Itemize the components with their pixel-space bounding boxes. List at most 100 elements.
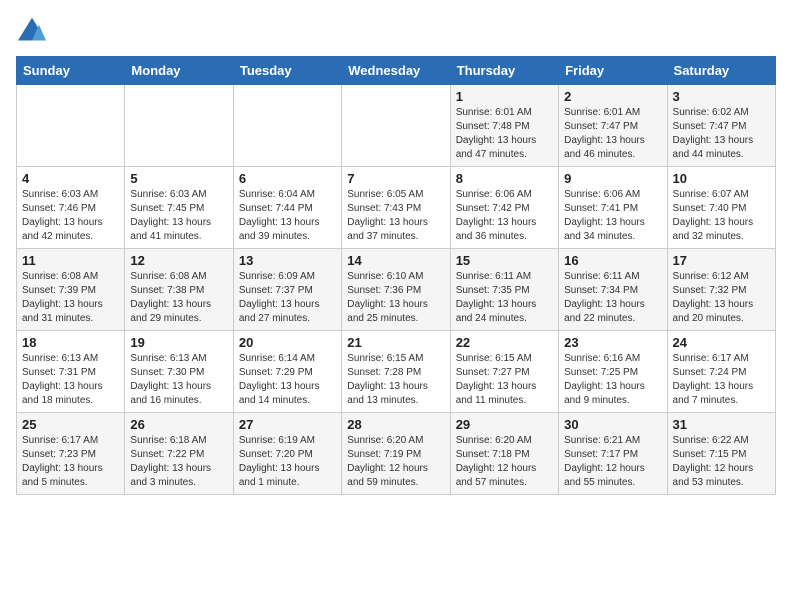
day-info: Sunrise: 6:07 AM Sunset: 7:40 PM Dayligh… bbox=[673, 188, 770, 244]
day-number: 22 bbox=[456, 335, 553, 350]
calendar-cell: 29 Sunrise: 6:20 AM Sunset: 7:18 PM Dayli… bbox=[450, 413, 558, 495]
day-info: Sunrise: 6:01 AM Sunset: 7:48 PM Dayligh… bbox=[456, 106, 553, 162]
calendar-cell: 30 Sunrise: 6:21 AM Sunset: 7:17 PM Dayli… bbox=[559, 413, 667, 495]
calendar-cell bbox=[342, 85, 450, 167]
day-number: 5 bbox=[130, 171, 227, 186]
day-info: Sunrise: 6:04 AM Sunset: 7:44 PM Dayligh… bbox=[239, 188, 336, 244]
day-number: 10 bbox=[673, 171, 770, 186]
day-info: Sunrise: 6:05 AM Sunset: 7:43 PM Dayligh… bbox=[347, 188, 444, 244]
calendar-cell: 28 Sunrise: 6:20 AM Sunset: 7:19 PM Dayli… bbox=[342, 413, 450, 495]
day-info: Sunrise: 6:20 AM Sunset: 7:18 PM Dayligh… bbox=[456, 434, 553, 490]
calendar-week-row: 1 Sunrise: 6:01 AM Sunset: 7:48 PM Daylig… bbox=[17, 85, 776, 167]
day-number: 24 bbox=[673, 335, 770, 350]
calendar-week-row: 25 Sunrise: 6:17 AM Sunset: 7:23 PM Dayli… bbox=[17, 413, 776, 495]
calendar-cell: 11Sunrise: 6:08 AM Sunset: 7:39 PM Dayli… bbox=[17, 249, 125, 331]
calendar-cell: 18Sunrise: 6:13 AM Sunset: 7:31 PM Dayli… bbox=[17, 331, 125, 413]
day-number: 11 bbox=[22, 253, 119, 268]
day-number: 23 bbox=[564, 335, 661, 350]
calendar-cell: 16 Sunrise: 6:11 AM Sunset: 7:34 PM Dayli… bbox=[559, 249, 667, 331]
calendar-cell: 19 Sunrise: 6:13 AM Sunset: 7:30 PM Dayli… bbox=[125, 331, 233, 413]
calendar-cell: 23 Sunrise: 6:16 AM Sunset: 7:25 PM Dayli… bbox=[559, 331, 667, 413]
day-info: Sunrise: 6:11 AM Sunset: 7:35 PM Dayligh… bbox=[456, 270, 553, 326]
calendar-cell: 31Sunrise: 6:22 AM Sunset: 7:15 PM Dayli… bbox=[667, 413, 775, 495]
calendar-cell: 12 Sunrise: 6:08 AM Sunset: 7:38 PM Dayli… bbox=[125, 249, 233, 331]
calendar-cell: 15Sunrise: 6:11 AM Sunset: 7:35 PM Dayli… bbox=[450, 249, 558, 331]
day-number: 12 bbox=[130, 253, 227, 268]
logo-icon bbox=[16, 16, 48, 44]
calendar-cell: 3 Sunrise: 6:02 AM Sunset: 7:47 PM Daylig… bbox=[667, 85, 775, 167]
day-info: Sunrise: 6:02 AM Sunset: 7:47 PM Dayligh… bbox=[673, 106, 770, 162]
calendar-cell: 9 Sunrise: 6:06 AM Sunset: 7:41 PM Daylig… bbox=[559, 167, 667, 249]
calendar-table: SundayMondayTuesdayWednesdayThursdayFrid… bbox=[16, 56, 776, 495]
day-number: 8 bbox=[456, 171, 553, 186]
calendar-cell bbox=[233, 85, 341, 167]
calendar-cell: 25 Sunrise: 6:17 AM Sunset: 7:23 PM Dayli… bbox=[17, 413, 125, 495]
day-info: Sunrise: 6:06 AM Sunset: 7:42 PM Dayligh… bbox=[456, 188, 553, 244]
day-info: Sunrise: 6:15 AM Sunset: 7:28 PM Dayligh… bbox=[347, 352, 444, 408]
day-number: 1 bbox=[456, 89, 553, 104]
day-info: Sunrise: 6:03 AM Sunset: 7:46 PM Dayligh… bbox=[22, 188, 119, 244]
calendar-cell: 17Sunrise: 6:12 AM Sunset: 7:32 PM Dayli… bbox=[667, 249, 775, 331]
day-info: Sunrise: 6:17 AM Sunset: 7:24 PM Dayligh… bbox=[673, 352, 770, 408]
day-number: 3 bbox=[673, 89, 770, 104]
day-info: Sunrise: 6:14 AM Sunset: 7:29 PM Dayligh… bbox=[239, 352, 336, 408]
day-number: 4 bbox=[22, 171, 119, 186]
day-info: Sunrise: 6:11 AM Sunset: 7:34 PM Dayligh… bbox=[564, 270, 661, 326]
logo bbox=[16, 16, 52, 44]
day-number: 13 bbox=[239, 253, 336, 268]
weekday-header-thursday: Thursday bbox=[450, 57, 558, 85]
day-info: Sunrise: 6:06 AM Sunset: 7:41 PM Dayligh… bbox=[564, 188, 661, 244]
page-header bbox=[16, 16, 776, 44]
day-info: Sunrise: 6:19 AM Sunset: 7:20 PM Dayligh… bbox=[239, 434, 336, 490]
day-number: 30 bbox=[564, 417, 661, 432]
calendar-cell: 24 Sunrise: 6:17 AM Sunset: 7:24 PM Dayli… bbox=[667, 331, 775, 413]
day-number: 14 bbox=[347, 253, 444, 268]
day-info: Sunrise: 6:08 AM Sunset: 7:38 PM Dayligh… bbox=[130, 270, 227, 326]
day-info: Sunrise: 6:21 AM Sunset: 7:17 PM Dayligh… bbox=[564, 434, 661, 490]
day-number: 25 bbox=[22, 417, 119, 432]
day-number: 31 bbox=[673, 417, 770, 432]
day-number: 18 bbox=[22, 335, 119, 350]
calendar-week-row: 18Sunrise: 6:13 AM Sunset: 7:31 PM Dayli… bbox=[17, 331, 776, 413]
day-number: 6 bbox=[239, 171, 336, 186]
calendar-cell: 22Sunrise: 6:15 AM Sunset: 7:27 PM Dayli… bbox=[450, 331, 558, 413]
day-number: 7 bbox=[347, 171, 444, 186]
day-info: Sunrise: 6:10 AM Sunset: 7:36 PM Dayligh… bbox=[347, 270, 444, 326]
calendar-cell bbox=[17, 85, 125, 167]
day-info: Sunrise: 6:16 AM Sunset: 7:25 PM Dayligh… bbox=[564, 352, 661, 408]
calendar-week-row: 11Sunrise: 6:08 AM Sunset: 7:39 PM Dayli… bbox=[17, 249, 776, 331]
day-info: Sunrise: 6:20 AM Sunset: 7:19 PM Dayligh… bbox=[347, 434, 444, 490]
day-info: Sunrise: 6:01 AM Sunset: 7:47 PM Dayligh… bbox=[564, 106, 661, 162]
day-number: 26 bbox=[130, 417, 227, 432]
calendar-cell: 6 Sunrise: 6:04 AM Sunset: 7:44 PM Daylig… bbox=[233, 167, 341, 249]
day-number: 21 bbox=[347, 335, 444, 350]
day-number: 29 bbox=[456, 417, 553, 432]
day-number: 20 bbox=[239, 335, 336, 350]
weekday-header-friday: Friday bbox=[559, 57, 667, 85]
day-number: 16 bbox=[564, 253, 661, 268]
day-number: 9 bbox=[564, 171, 661, 186]
calendar-cell bbox=[125, 85, 233, 167]
day-info: Sunrise: 6:03 AM Sunset: 7:45 PM Dayligh… bbox=[130, 188, 227, 244]
day-info: Sunrise: 6:09 AM Sunset: 7:37 PM Dayligh… bbox=[239, 270, 336, 326]
calendar-cell: 2Sunrise: 6:01 AM Sunset: 7:47 PM Daylig… bbox=[559, 85, 667, 167]
calendar-cell: 4 Sunrise: 6:03 AM Sunset: 7:46 PM Daylig… bbox=[17, 167, 125, 249]
calendar-cell: 10 Sunrise: 6:07 AM Sunset: 7:40 PM Dayli… bbox=[667, 167, 775, 249]
calendar-cell: 27 Sunrise: 6:19 AM Sunset: 7:20 PM Dayli… bbox=[233, 413, 341, 495]
day-number: 28 bbox=[347, 417, 444, 432]
calendar-cell: 26Sunrise: 6:18 AM Sunset: 7:22 PM Dayli… bbox=[125, 413, 233, 495]
calendar-cell: 14 Sunrise: 6:10 AM Sunset: 7:36 PM Dayli… bbox=[342, 249, 450, 331]
day-number: 19 bbox=[130, 335, 227, 350]
calendar-cell: 1 Sunrise: 6:01 AM Sunset: 7:48 PM Daylig… bbox=[450, 85, 558, 167]
day-info: Sunrise: 6:17 AM Sunset: 7:23 PM Dayligh… bbox=[22, 434, 119, 490]
day-info: Sunrise: 6:13 AM Sunset: 7:30 PM Dayligh… bbox=[130, 352, 227, 408]
day-number: 27 bbox=[239, 417, 336, 432]
calendar-cell: 8 Sunrise: 6:06 AM Sunset: 7:42 PM Daylig… bbox=[450, 167, 558, 249]
weekday-header-saturday: Saturday bbox=[667, 57, 775, 85]
weekday-header-wednesday: Wednesday bbox=[342, 57, 450, 85]
calendar-cell: 21 Sunrise: 6:15 AM Sunset: 7:28 PM Dayli… bbox=[342, 331, 450, 413]
day-info: Sunrise: 6:12 AM Sunset: 7:32 PM Dayligh… bbox=[673, 270, 770, 326]
calendar-cell: 13 Sunrise: 6:09 AM Sunset: 7:37 PM Dayli… bbox=[233, 249, 341, 331]
calendar-week-row: 4 Sunrise: 6:03 AM Sunset: 7:46 PM Daylig… bbox=[17, 167, 776, 249]
calendar-cell: 5 Sunrise: 6:03 AM Sunset: 7:45 PM Daylig… bbox=[125, 167, 233, 249]
